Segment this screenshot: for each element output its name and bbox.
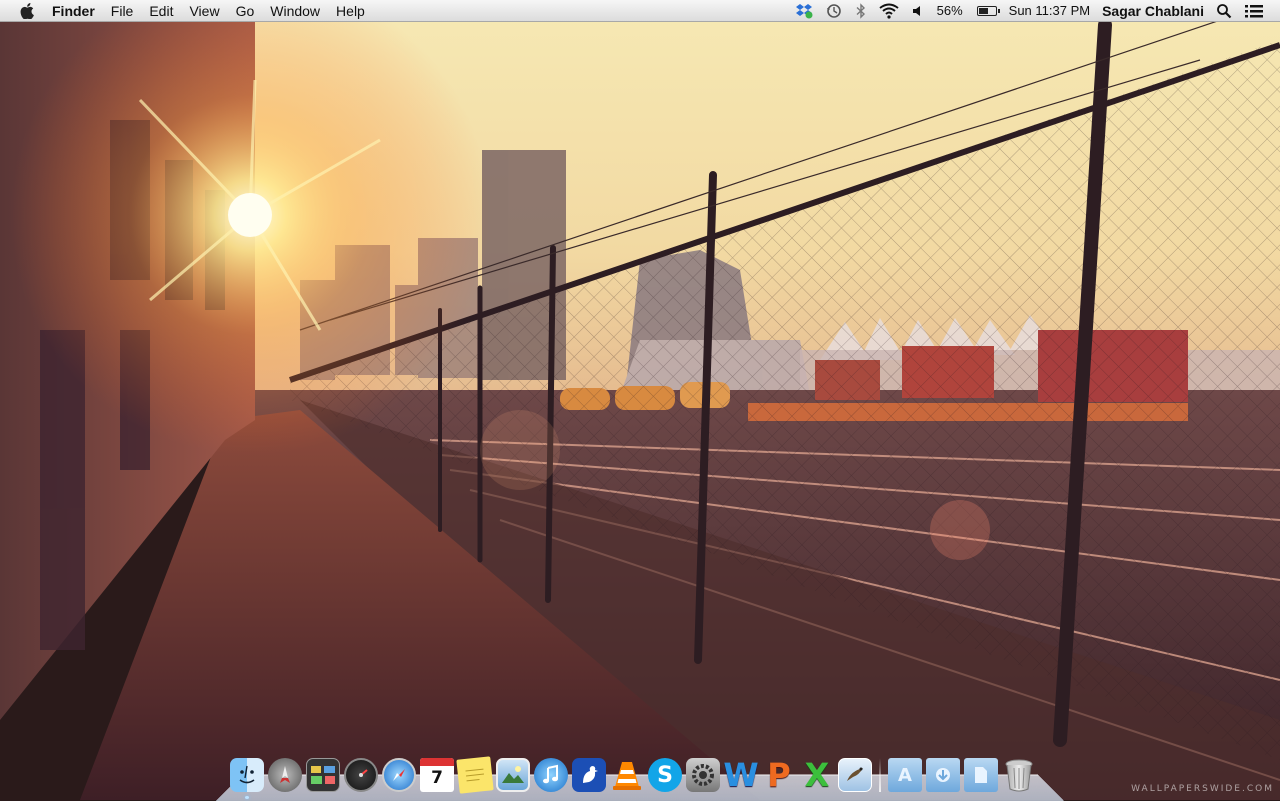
dock-separator — [879, 758, 881, 792]
dashboard-icon[interactable] — [344, 758, 378, 792]
excel-letter: X — [804, 756, 830, 794]
fast-user-switch[interactable]: Sagar Chablani — [1096, 0, 1210, 22]
finder-icon[interactable] — [230, 758, 264, 799]
dock: 7 S W P X A — [230, 752, 1060, 799]
launchpad-icon[interactable] — [268, 758, 302, 792]
calendar-date: 7 — [431, 768, 443, 788]
menu-app-finder[interactable]: Finder — [48, 0, 103, 22]
powerpoint-icon[interactable]: P — [762, 756, 796, 794]
downloads-folder-icon[interactable] — [926, 758, 960, 792]
mission-control-icon[interactable] — [306, 758, 340, 792]
wallpaper-watermark: WALLPAPERSWIDE.COM — [1131, 784, 1274, 794]
battery-percent[interactable]: 56% — [931, 0, 969, 22]
word-icon[interactable]: W — [723, 756, 759, 794]
vlc-icon[interactable] — [610, 758, 644, 792]
safari-icon[interactable] — [382, 758, 416, 792]
preview-icon[interactable] — [496, 758, 530, 792]
menu-edit[interactable]: Edit — [141, 0, 181, 22]
excel-icon[interactable]: X — [800, 756, 834, 794]
menu-help[interactable]: Help — [328, 0, 373, 22]
word-letter: W — [723, 756, 759, 794]
applications-folder-icon[interactable]: A — [888, 758, 922, 792]
bluetooth-icon[interactable] — [849, 0, 873, 22]
calendar-icon[interactable]: 7 — [420, 758, 454, 792]
time-machine-icon[interactable] — [819, 0, 849, 22]
notification-list-icon[interactable] — [1238, 0, 1270, 22]
powerpoint-letter: P — [767, 756, 791, 794]
volume-icon[interactable] — [905, 0, 931, 22]
trash-icon[interactable] — [1002, 758, 1036, 792]
documents-folder-icon[interactable] — [964, 758, 998, 792]
menu-file[interactable]: File — [103, 0, 142, 22]
menu-extras: 56% Sun 11:37 PM Sagar Chablani — [789, 0, 1280, 22]
itunes-icon[interactable] — [534, 758, 568, 792]
battery-icon[interactable] — [969, 0, 1003, 22]
dropbox-icon[interactable] — [789, 0, 819, 22]
wifi-icon[interactable] — [873, 0, 905, 22]
spotlight-icon[interactable] — [1210, 0, 1238, 22]
menu-go[interactable]: Go — [228, 0, 263, 22]
menu-window[interactable]: Window — [262, 0, 328, 22]
apple-menu-icon[interactable] — [18, 2, 36, 20]
cyberduck-icon[interactable] — [572, 758, 606, 792]
system-preferences-icon[interactable] — [686, 758, 720, 792]
skype-icon[interactable]: S — [648, 758, 682, 792]
mail-icon[interactable] — [838, 758, 872, 792]
menu-view[interactable]: View — [181, 0, 227, 22]
stickies-icon[interactable] — [456, 756, 494, 794]
running-indicator — [245, 796, 249, 799]
menu-bar: Finder File Edit View Go Window Help 56%… — [0, 0, 1280, 22]
desktop-wallpaper — [0, 0, 1280, 800]
menu-clock[interactable]: Sun 11:37 PM — [1003, 0, 1096, 22]
